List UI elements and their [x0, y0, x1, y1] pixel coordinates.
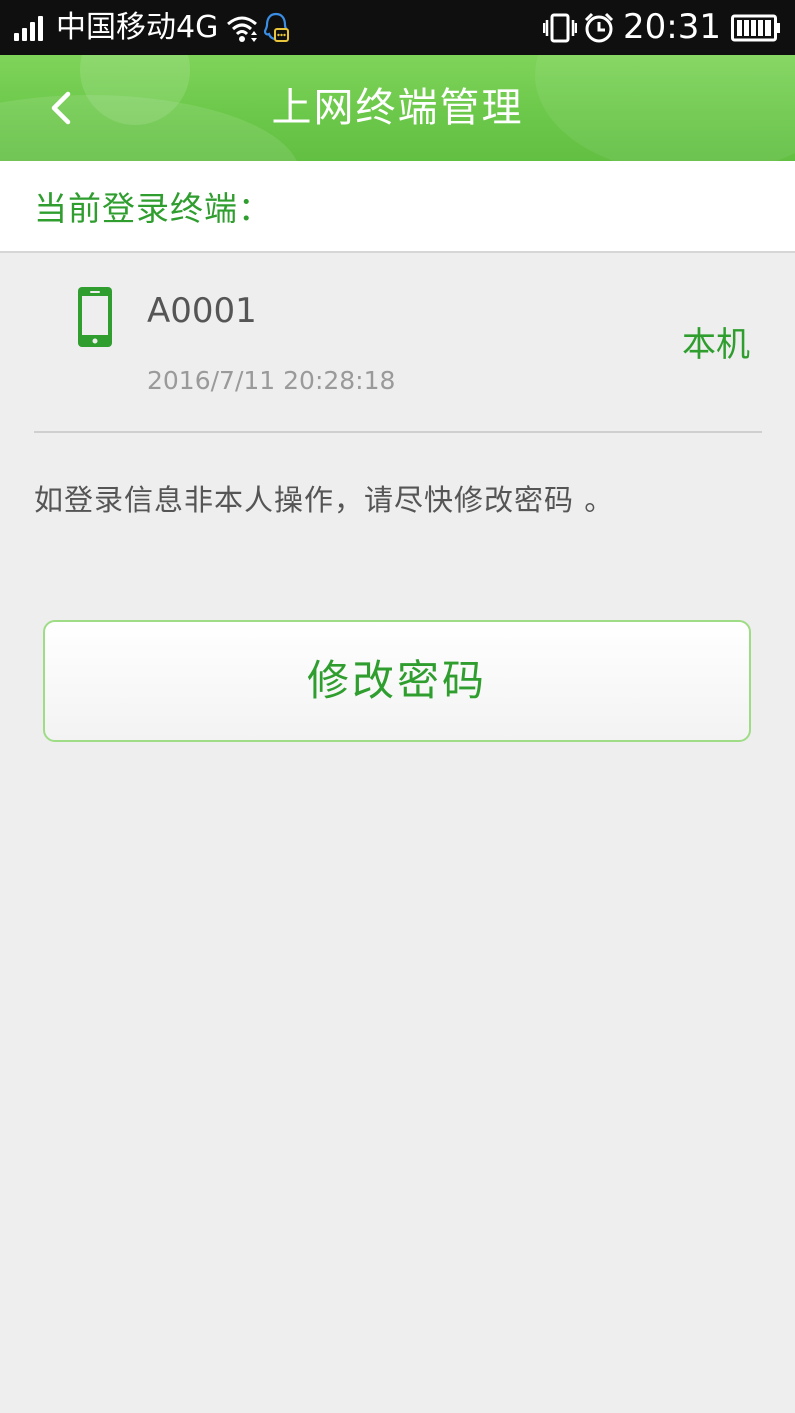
- status-bar-right: 20:31: [543, 0, 781, 55]
- status-bar-left: 中国移动4G: [14, 0, 290, 55]
- battery-icon: [731, 14, 780, 41]
- title-bar: 上网终端管理: [0, 55, 795, 161]
- status-time: 20:31: [623, 7, 721, 47]
- device-name: A0001: [147, 291, 257, 331]
- back-button[interactable]: [36, 83, 86, 133]
- signal-icon: [14, 15, 46, 41]
- device-list-item: A0001 2016/7/11 20:28:18 本机: [34, 255, 762, 433]
- security-notice: 如登录信息非本人操作，请尽快修改密码 。: [34, 483, 615, 517]
- qq-icon: [264, 12, 290, 42]
- carrier-name: 中国移动4G: [56, 10, 219, 45]
- change-password-button[interactable]: 修改密码: [43, 620, 751, 742]
- section-header: 当前登录终端：: [0, 161, 795, 253]
- back-arrow-icon: [51, 91, 71, 125]
- phone-icon: [78, 287, 112, 347]
- wifi-icon: [227, 16, 258, 42]
- section-title: 当前登录终端：: [34, 189, 272, 228]
- alarm-icon: [584, 12, 614, 42]
- current-device-tag: 本机: [682, 325, 750, 365]
- page-title: 上网终端管理: [271, 85, 524, 131]
- status-bar: 中国移动4G 20:31: [0, 0, 795, 55]
- device-login-time: 2016/7/11 20:28:18: [147, 366, 396, 395]
- vibrate-icon: [543, 13, 578, 42]
